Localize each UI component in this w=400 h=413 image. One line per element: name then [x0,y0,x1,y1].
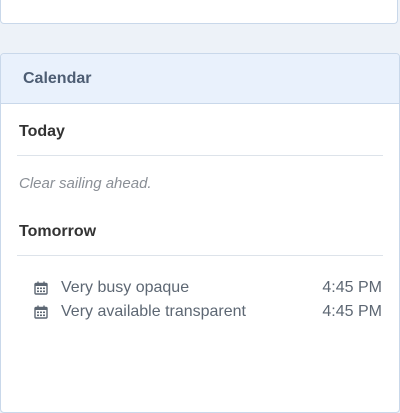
calendar-icon [34,305,48,319]
calendar-title: Calendar [23,69,92,87]
event-title: Very busy opaque [61,279,190,296]
today-empty-state: Clear sailing ahead. [19,175,152,192]
calendar-body: Today Clear sailing ahead. Tomorrow Very… [1,104,399,324]
section-heading-today: Today [17,104,383,156]
top-panel [0,0,398,24]
calendar-widget: Calendar Today Clear sailing ahead. Tomo… [0,53,400,413]
event-title: Very available transparent [61,303,246,320]
event-time: 4:45 PM [322,303,382,320]
event-row[interactable]: Very busy opaque 4:45 PM [34,276,383,300]
event-time: 4:45 PM [322,279,382,296]
tomorrow-event-list: Very busy opaque 4:45 PM Very available … [17,256,383,324]
calendar-icon [34,281,48,295]
calendar-header: Calendar [1,54,399,104]
section-heading-tomorrow: Tomorrow [17,223,383,256]
event-row[interactable]: Very available transparent 4:45 PM [34,300,383,324]
